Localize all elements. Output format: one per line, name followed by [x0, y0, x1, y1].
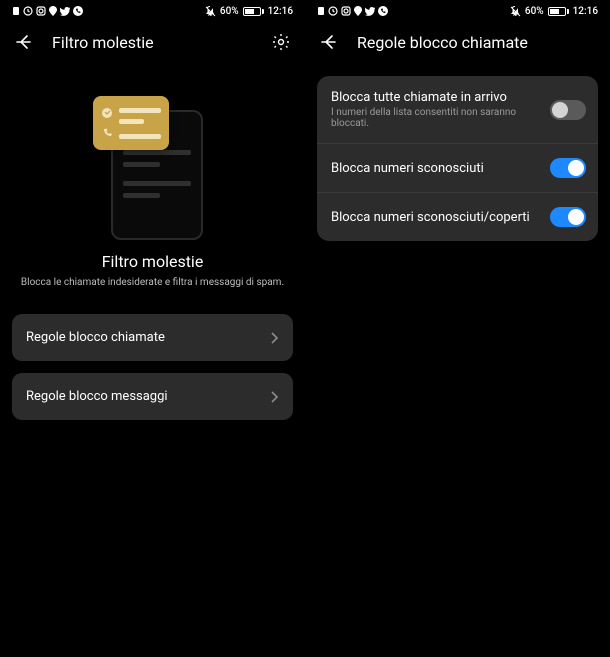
battery-fill	[550, 9, 560, 14]
chevron-right-icon	[269, 390, 279, 404]
toggle-block-all-incoming[interactable]	[550, 100, 586, 120]
chevron-right-icon	[269, 331, 279, 345]
feature-subtitle: Blocca le chiamate indesiderate e filtra…	[11, 277, 294, 288]
instagram-icon	[341, 6, 351, 16]
rules-list: Regole blocco chiamate Regole blocco mes…	[0, 298, 305, 436]
location-icon	[49, 6, 57, 16]
toggle-block-unknown[interactable]	[550, 158, 586, 178]
header: Filtro molestie	[0, 22, 305, 68]
battery-fill	[245, 9, 255, 14]
setting-title: Blocca numeri sconosciuti	[331, 161, 540, 176]
settings-block: Blocca tutte chiamate in arrivo I numeri…	[317, 76, 598, 241]
battery-icon	[243, 7, 264, 16]
settings-button[interactable]	[271, 32, 291, 52]
setting-block-unknown-hidden: Blocca numeri sconosciuti/coperti	[317, 192, 598, 241]
notification-icon	[12, 6, 20, 16]
toggle-block-unknown-hidden[interactable]	[550, 207, 586, 227]
feature-title: Filtro molestie	[102, 252, 204, 271]
mute-icon	[205, 6, 216, 17]
clock-time: 12:16	[573, 6, 598, 17]
battery-icon	[548, 7, 569, 16]
location-icon	[354, 6, 362, 16]
setting-title: Blocca tutte chiamate in arrivo	[331, 90, 540, 105]
setting-block-all-incoming: Blocca tutte chiamate in arrivo I numeri…	[317, 76, 598, 143]
back-button[interactable]	[14, 32, 34, 52]
whatsapp-icon	[73, 6, 83, 16]
row-label: Regole blocco messaggi	[26, 389, 168, 404]
setting-subtitle: I numeri della lista consentiti non sara…	[331, 107, 540, 129]
whatsapp-icon	[378, 6, 388, 16]
status-bar: 60% 12:16	[305, 0, 610, 22]
row-label: Regole blocco chiamate	[26, 330, 165, 345]
notification-icon	[317, 6, 325, 16]
battery-pct: 60%	[220, 6, 239, 17]
clock-icon	[328, 6, 338, 16]
battery-pct: 60%	[525, 6, 544, 17]
clock-time: 12:16	[268, 6, 293, 17]
twitter-icon	[60, 7, 70, 16]
header: Regole blocco chiamate	[305, 22, 610, 68]
right-screen: 60% 12:16 Regole blocco chiamate Blocca …	[305, 0, 610, 657]
clock-icon	[23, 6, 33, 16]
feature-illustration: Filtro molestie Blocca le chiamate indes…	[0, 68, 305, 298]
notification-card-graphic	[93, 96, 169, 150]
status-bar: 60% 12:16	[0, 0, 305, 22]
page-title: Regole blocco chiamate	[357, 33, 596, 52]
page-title: Filtro molestie	[52, 33, 253, 52]
mute-icon	[510, 6, 521, 17]
row-call-block-rules[interactable]: Regole blocco chiamate	[12, 314, 293, 361]
setting-title: Blocca numeri sconosciuti/coperti	[331, 210, 540, 225]
row-message-block-rules[interactable]: Regole blocco messaggi	[12, 373, 293, 420]
left-screen: 60% 12:16 Filtro molestie	[0, 0, 305, 657]
instagram-icon	[36, 6, 46, 16]
twitter-icon	[365, 7, 375, 16]
back-button[interactable]	[319, 32, 339, 52]
setting-block-unknown: Blocca numeri sconosciuti	[317, 143, 598, 192]
